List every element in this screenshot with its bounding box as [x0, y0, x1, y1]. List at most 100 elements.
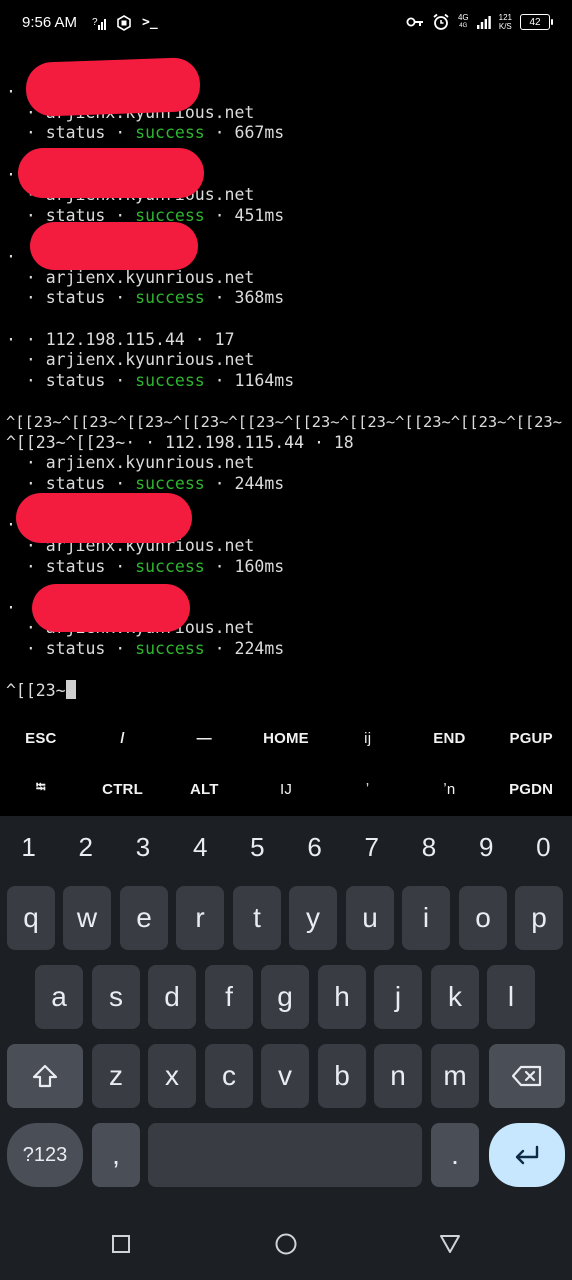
key-icon — [406, 17, 423, 27]
status-bar: 9:56 AM ? >_ 4G 4G 121 K/S 42 — [0, 0, 572, 48]
tab-key[interactable]: ⭾ — [0, 764, 82, 814]
key-l[interactable]: l — [487, 965, 535, 1029]
key-y[interactable]: y — [289, 886, 337, 950]
terminal-line: · status · success · 244ms — [6, 474, 285, 493]
dash-key[interactable]: — — [163, 713, 245, 763]
signal-bars-icon — [476, 16, 491, 29]
terminal-line: · arjienx.kyunrious.net — [6, 453, 255, 472]
home-key[interactable]: HOME — [245, 713, 327, 763]
home-button[interactable] — [272, 1230, 300, 1258]
key-w[interactable]: w — [63, 886, 111, 950]
terminal-line: · status · success · 224ms — [6, 639, 285, 658]
key-s[interactable]: s — [92, 965, 140, 1029]
key-2[interactable]: 2 — [57, 816, 114, 878]
key-g[interactable]: g — [261, 965, 309, 1029]
backspace-key[interactable] — [489, 1044, 565, 1108]
key-a[interactable]: a — [35, 965, 83, 1029]
navigation-bar — [0, 1208, 572, 1280]
key-b[interactable]: b — [318, 1044, 366, 1108]
terminal-prompt-icon: >_ — [142, 15, 158, 30]
key-f[interactable]: f — [205, 965, 253, 1029]
key-v[interactable]: v — [261, 1044, 309, 1108]
shift-key[interactable] — [7, 1044, 83, 1108]
terminal-line: · status · success · 368ms — [6, 288, 285, 307]
key-j[interactable]: j — [374, 965, 422, 1029]
key-6[interactable]: 6 — [286, 816, 343, 878]
apostrophe-n-key[interactable]: ʼn — [409, 764, 491, 814]
terminal-line: ^[[23~^[[23~^[[23~^[[23~^[[23~^[[23~^[[2… — [6, 413, 562, 431]
enter-key[interactable] — [489, 1123, 565, 1187]
key-d[interactable]: d — [148, 965, 196, 1029]
recents-square-icon — [112, 1235, 130, 1253]
apostrophe-key[interactable]: ʼ — [327, 764, 409, 814]
ij-upper-key[interactable]: IJ — [245, 764, 327, 814]
pgup-key[interactable]: PGUP — [490, 713, 572, 763]
home-circle-icon — [275, 1233, 297, 1255]
terminal-line: · status · success · 667ms — [6, 123, 285, 142]
redaction-mark — [16, 493, 192, 543]
key-x[interactable]: x — [148, 1044, 196, 1108]
extra-keys-row-2: ⭾ CTRL ALT IJ ʼ ʼn PGDN — [0, 764, 572, 814]
key-3[interactable]: 3 — [114, 816, 171, 878]
key-c[interactable]: c — [205, 1044, 253, 1108]
shift-arrow-icon — [32, 1064, 58, 1088]
space-bar[interactable] — [148, 1123, 422, 1187]
redaction-mark — [30, 222, 198, 270]
key-o[interactable]: o — [459, 886, 507, 950]
ij-key[interactable]: ij — [327, 713, 409, 763]
battery-icon: 42 — [520, 14, 553, 30]
redaction-mark — [32, 584, 190, 632]
key-t[interactable]: t — [233, 886, 281, 950]
slash-key[interactable]: / — [82, 713, 164, 763]
key-4[interactable]: 4 — [172, 816, 229, 878]
key-h[interactable]: h — [318, 965, 366, 1029]
redaction-mark — [25, 56, 201, 118]
period-key[interactable]: . — [431, 1123, 479, 1187]
signal-question-icon: ? — [92, 17, 106, 30]
pgdn-key[interactable]: PGDN — [490, 764, 572, 814]
status-time: 9:56 AM — [22, 14, 78, 31]
terminal-line: · status · success · 160ms — [6, 557, 285, 576]
terminal-output[interactable]: · · 14 · arjienx.kyunrious.net · status … — [0, 48, 572, 708]
back-triangle-icon — [440, 1235, 460, 1253]
comma-key[interactable]: , — [92, 1123, 140, 1187]
network-type: 4G 4G — [457, 13, 469, 29]
terminal-line: · arjienx.kyunrious.net — [6, 350, 255, 369]
symbols-key[interactable]: ?123 — [7, 1123, 83, 1187]
key-8[interactable]: 8 — [400, 816, 457, 878]
terminal-line: ^[[23~^[[23~· · 112.198.115.44 · 18 — [6, 433, 354, 452]
key-e[interactable]: e — [120, 886, 168, 950]
alt-key[interactable]: ALT — [163, 764, 245, 814]
status-right-icons: 4G 4G 121 K/S 42 — [406, 13, 553, 31]
terminal-line: · status · success · 1164ms — [6, 371, 295, 390]
terminal-prompt[interactable]: ^[[23~ — [6, 680, 76, 702]
key-7[interactable]: 7 — [343, 816, 400, 878]
ctrl-key[interactable]: CTRL — [82, 764, 164, 814]
redaction-mark — [18, 148, 204, 198]
svg-text:?: ? — [92, 17, 98, 28]
key-p[interactable]: p — [515, 886, 563, 950]
recents-button[interactable] — [107, 1230, 135, 1258]
key-m[interactable]: m — [431, 1044, 479, 1108]
terminal-line: · arjienx.kyunrious.net — [6, 268, 255, 287]
key-9[interactable]: 9 — [458, 816, 515, 878]
key-i[interactable]: i — [402, 886, 450, 950]
key-r[interactable]: r — [176, 886, 224, 950]
terminal-cursor — [65, 680, 76, 699]
key-q[interactable]: q — [7, 886, 55, 950]
back-button[interactable] — [436, 1230, 464, 1258]
terminal-line: · · 112.198.115.44 · 17 — [6, 330, 235, 349]
key-1[interactable]: 1 — [0, 816, 57, 878]
key-n[interactable]: n — [374, 1044, 422, 1108]
key-5[interactable]: 5 — [229, 816, 286, 878]
esc-key[interactable]: ESC — [0, 713, 82, 763]
key-k[interactable]: k — [431, 965, 479, 1029]
key-u[interactable]: u — [346, 886, 394, 950]
key-z[interactable]: z — [92, 1044, 140, 1108]
end-key[interactable]: END — [409, 713, 491, 763]
backspace-icon — [511, 1065, 542, 1087]
extra-keys-row-1: ESC / — HOME ij END PGUP — [0, 713, 572, 763]
network-speed: 121 K/S — [498, 13, 512, 31]
alarm-icon — [433, 13, 449, 30]
key-0[interactable]: 0 — [515, 816, 572, 878]
